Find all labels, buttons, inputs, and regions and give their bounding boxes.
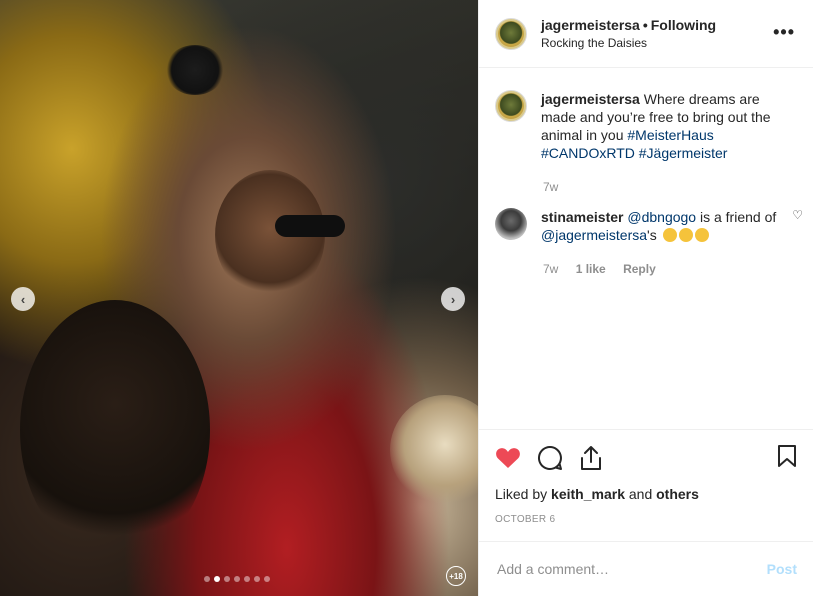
caption-text: jagermeistersa Where dreams are made and… — [541, 90, 791, 162]
carousel-prev-button[interactable]: ‹ — [11, 287, 35, 311]
chevron-right-icon: › — [450, 291, 456, 307]
grinning-emoji-icon — [678, 228, 693, 242]
brand-logo-icon — [498, 20, 524, 47]
carousel-dot — [254, 576, 260, 582]
avatar[interactable] — [495, 17, 527, 50]
more-options-icon[interactable]: ••• — [773, 22, 795, 43]
post-photo[interactable]: ‹ › +18 — [0, 0, 478, 596]
chevron-left-icon: ‹ — [20, 291, 26, 307]
instagram-post: ‹ › +18 jagermeistersa • Following Rocking… — [0, 0, 813, 596]
post-header: jagermeistersa • Following Rocking the Dai… — [479, 0, 813, 68]
post-actions: Liked by keith_mark and others OCTOBER 6 — [479, 429, 813, 541]
post-sidebar: jagermeistersa • Following Rocking the Dai… — [478, 0, 813, 596]
photo-cap-shape — [165, 45, 225, 95]
hashtag-link[interactable]: #Jägermeister — [639, 145, 728, 161]
reply-button[interactable]: Reply — [623, 262, 656, 276]
location-link[interactable]: Rocking the Daisies — [541, 36, 716, 50]
carousel-dots — [204, 576, 270, 582]
carousel-dot — [224, 576, 230, 582]
comment-input[interactable] — [495, 560, 767, 578]
hashtag-link[interactable]: #MeisterHaus — [627, 127, 713, 143]
brand-logo-icon — [498, 93, 524, 119]
caption-row: jagermeistersa Where dreams are made and… — [495, 90, 797, 162]
carousel-dot — [204, 576, 210, 582]
header-text: jagermeistersa • Following Rocking the Dai… — [541, 17, 716, 50]
carousel-dot-active — [214, 576, 220, 582]
caption-age[interactable]: 7w — [543, 180, 558, 194]
carousel-dot — [264, 576, 270, 582]
mention-link[interactable]: @jagermeistersa — [541, 227, 647, 243]
following-button[interactable]: Following — [651, 17, 716, 33]
header-username[interactable]: jagermeistersa — [541, 17, 640, 33]
comment-text: stinameister @dbngogo is a friend of @ja… — [541, 208, 791, 244]
photo-figure-foreground — [20, 300, 210, 560]
comments-section: jagermeistersa Where dreams are made and… — [479, 68, 813, 429]
comment-meta: 7w 1 like Reply — [543, 262, 797, 276]
photo-figure-blonde — [390, 395, 478, 505]
liked-user-link[interactable]: keith_mark — [551, 486, 625, 502]
avatar[interactable] — [495, 208, 527, 240]
comment-body: is a friend of — [699, 209, 777, 225]
post-comment-button[interactable]: Post — [767, 561, 797, 577]
carousel-next-button[interactable]: › — [441, 287, 465, 311]
liked-others-link[interactable]: others — [656, 486, 699, 502]
like-heart-icon[interactable] — [495, 446, 521, 470]
comment-username[interactable]: stinameister — [541, 209, 623, 225]
mention-link[interactable]: @dbngogo — [627, 209, 696, 225]
liked-prefix: Liked by — [495, 486, 548, 502]
header-line: jagermeistersa • Following — [541, 17, 716, 33]
add-comment-bar: Post — [479, 541, 813, 596]
comment-likes[interactable]: 1 like — [576, 262, 606, 276]
hashtag-link[interactable]: #CANDOxRTD — [541, 145, 635, 161]
carousel-dot — [244, 576, 250, 582]
comment-icon[interactable] — [537, 445, 563, 471]
caption-meta: 7w — [543, 180, 797, 194]
avatar[interactable] — [495, 90, 527, 122]
comment-row: stinameister @dbngogo is a friend of @ja… — [495, 208, 803, 244]
liked-and: and — [628, 486, 653, 502]
comment-like-heart-icon[interactable]: ♡ — [792, 208, 803, 222]
comment-suffix: 's — [647, 227, 657, 243]
grinning-emoji-icon — [694, 228, 709, 242]
sunglasses-shape — [275, 215, 345, 237]
post-date[interactable]: OCTOBER 6 — [495, 514, 797, 525]
carousel-dot — [234, 576, 240, 582]
separator-dot: • — [642, 17, 648, 33]
comment-age[interactable]: 7w — [543, 262, 558, 276]
liked-by: Liked by keith_mark and others — [495, 486, 797, 502]
bookmark-icon[interactable] — [777, 444, 797, 468]
share-icon[interactable] — [579, 445, 603, 471]
action-icons — [495, 442, 797, 474]
carousel-count-badge[interactable]: +18 — [446, 566, 466, 586]
grinning-emoji-icon — [662, 228, 677, 242]
caption-username[interactable]: jagermeistersa — [541, 91, 640, 107]
